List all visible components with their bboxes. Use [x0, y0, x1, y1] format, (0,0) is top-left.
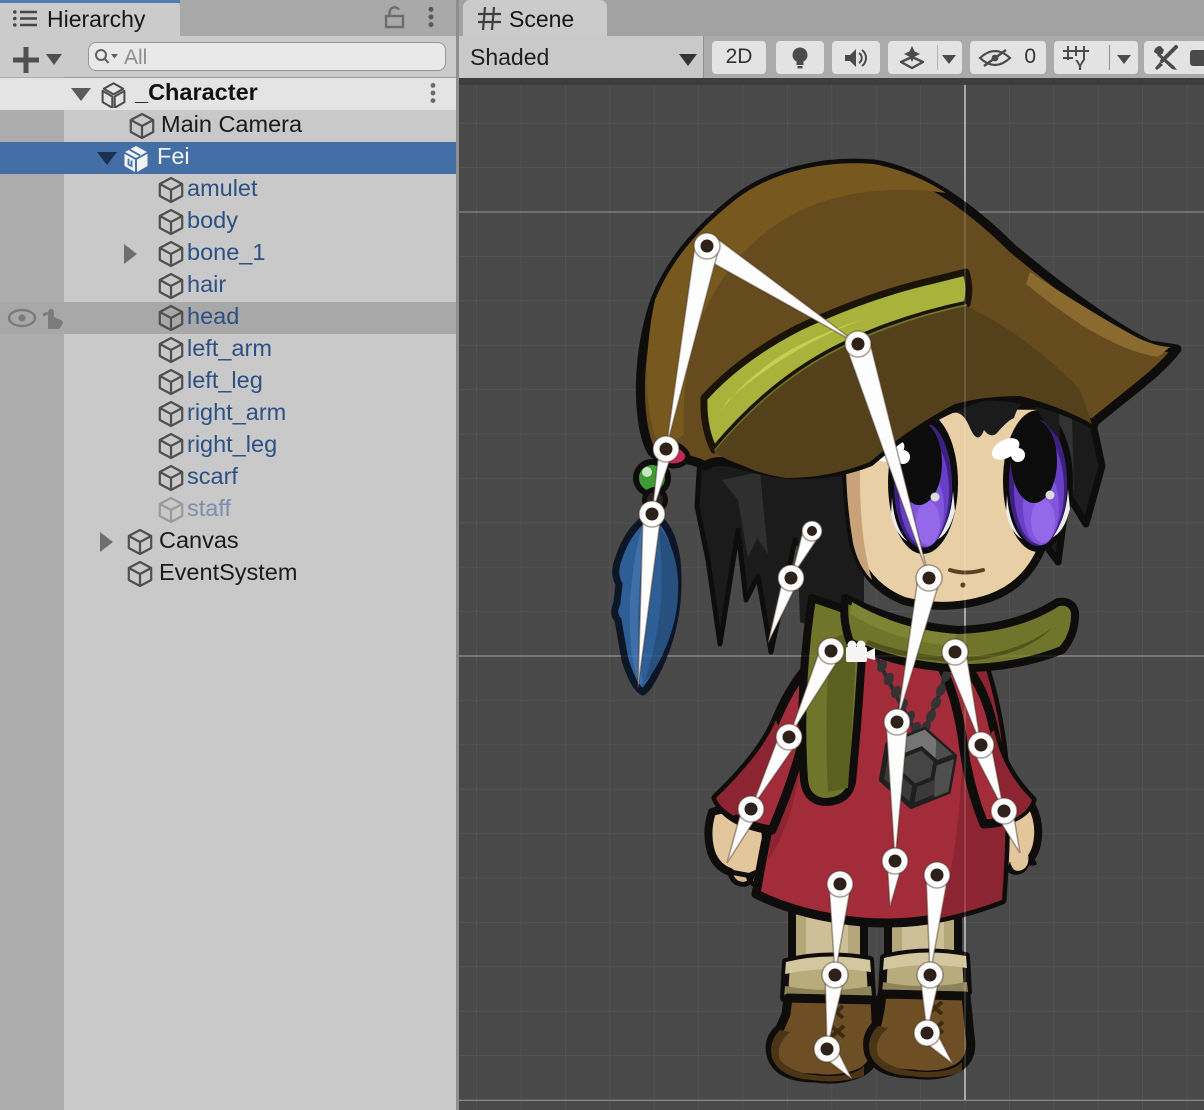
svg-text:Y: Y — [1075, 57, 1085, 71]
